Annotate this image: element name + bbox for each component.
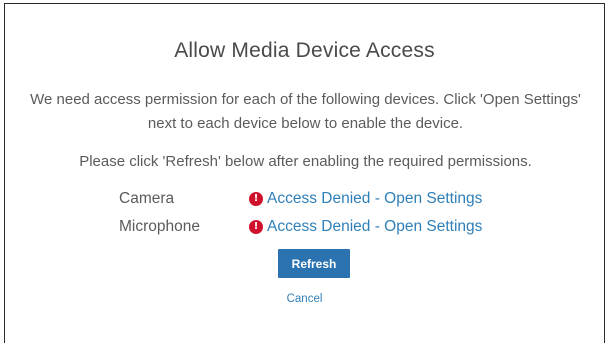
- device-row-microphone: Microphone ! Access Denied - Open Settin…: [5, 216, 604, 238]
- error-icon: !: [249, 192, 263, 206]
- device-name-microphone: Microphone: [119, 218, 200, 235]
- device-name-camera: Camera: [119, 190, 175, 207]
- dialog-title: Allow Media Device Access: [174, 39, 435, 62]
- error-icon: !: [249, 220, 263, 234]
- refresh-instructions: Please click 'Refresh' below after enabl…: [79, 153, 532, 170]
- microphone-open-settings-link[interactable]: Access Denied - Open Settings: [267, 218, 482, 236]
- permission-instructions: We need access permission for each of th…: [30, 91, 581, 132]
- cancel-link[interactable]: Cancel: [5, 293, 604, 305]
- media-access-dialog: Allow Media Device Access We need access…: [4, 3, 605, 343]
- refresh-button[interactable]: Refresh: [278, 249, 350, 278]
- camera-open-settings-link[interactable]: Access Denied - Open Settings: [267, 190, 482, 208]
- device-row-camera: Camera ! Access Denied - Open Settings: [5, 188, 604, 210]
